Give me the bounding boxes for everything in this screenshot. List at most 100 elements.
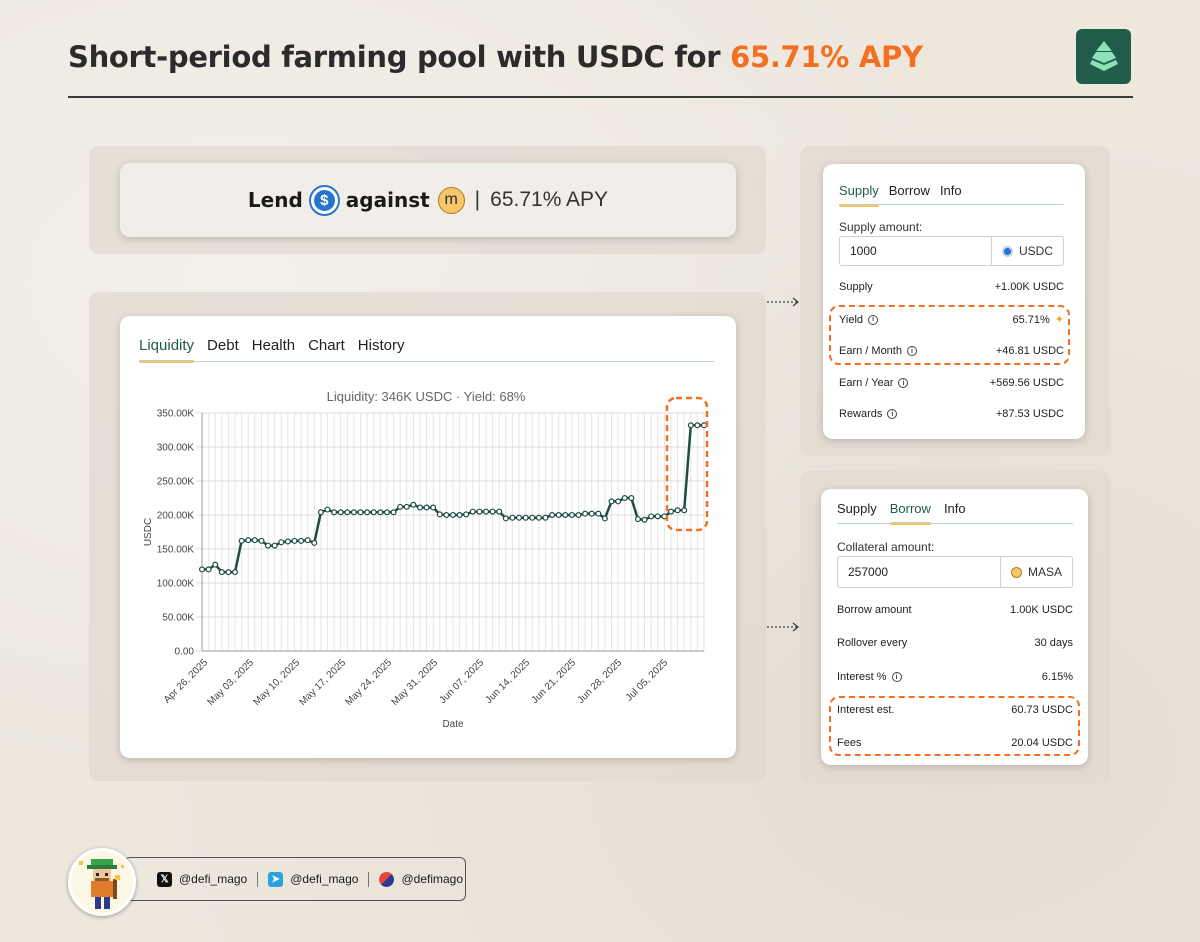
liquidity-data-point — [205, 566, 212, 573]
liquidity-data-point — [291, 537, 298, 544]
rewards-key: Rewards — [839, 408, 883, 420]
supply-row: Supply +1.00K USDC — [839, 281, 1064, 293]
liquidity-data-point — [403, 503, 410, 510]
liquidity-data-point — [298, 537, 305, 544]
masa-dot-icon — [1010, 566, 1022, 578]
earn-year-row: Earn / Year i +569.56 USDC — [839, 377, 1064, 389]
liquidity-data-point — [258, 537, 265, 544]
y-axis-label: USDC — [143, 518, 154, 546]
social-x[interactable]: 𝕏 @defi_mago — [147, 871, 259, 887]
social-telegram[interactable]: ➤ @defi_mago — [258, 871, 370, 887]
liquidity-data-point — [568, 512, 575, 519]
avatar — [68, 848, 136, 916]
liquidity-data-point — [450, 512, 457, 519]
tab-borrow[interactable]: Borrow — [889, 183, 930, 206]
liquidity-data-point — [648, 513, 655, 520]
banner-apy: 65.71% APY — [490, 188, 609, 211]
collateral-amount-input[interactable]: 257000 MASA — [837, 556, 1073, 588]
page-title: Short-period farming pool with USDC for … — [68, 40, 923, 74]
against-word: against — [345, 188, 430, 212]
earn-year-key: Earn / Year — [839, 377, 894, 389]
y-tick-label: 100.00K — [157, 579, 195, 590]
liquidity-data-point — [271, 542, 278, 549]
lend-word: Lend — [247, 188, 303, 212]
liquidity-chart: 0.00 50.00K 100.00K 150.00K 200.00K 250.00K 30… — [143, 396, 709, 730]
y-tick-label: 250.00K — [157, 477, 195, 488]
liquidity-data-point — [463, 511, 470, 518]
liquidity-data-point — [456, 512, 463, 519]
tab-borrow[interactable]: Borrow — [889, 501, 932, 525]
x-icon: 𝕏 — [157, 871, 172, 887]
supply-unit-selector[interactable]: USDC — [990, 237, 1063, 265]
liquidity-data-point — [582, 510, 589, 517]
liquidity-data-point — [390, 509, 397, 516]
liquidity-data-point — [410, 501, 417, 508]
supply-card: Supply Borrow Info Supply amount: 1000 U… — [823, 164, 1085, 439]
arrow-to-borrow-icon — [767, 622, 800, 632]
usdc-coin-icon: $ — [310, 186, 338, 214]
liquidity-data-point — [628, 495, 635, 502]
liquidity-data-point — [489, 508, 496, 515]
liquidity-data-point — [397, 503, 404, 510]
tab-info[interactable]: Info — [940, 183, 962, 206]
info-icon[interactable]: i — [898, 378, 909, 388]
social-farcaster[interactable]: @defimago — [369, 871, 473, 887]
info-icon[interactable]: i — [887, 409, 898, 419]
liquidity-data-point — [634, 516, 641, 523]
liquidity-data-point — [502, 515, 509, 522]
x-tick-label: Jun 28, 2025 — [576, 657, 625, 706]
y-tick-label: 150.00K — [157, 545, 195, 556]
x-tick-label: May 10, 2025 — [252, 657, 303, 708]
rewards-value: +87.53 USDC — [995, 408, 1064, 420]
collateral-unit-selector[interactable]: MASA — [999, 557, 1072, 587]
collateral-unit-label: MASA — [1027, 565, 1062, 579]
supply-row-value: +1.00K USDC — [994, 281, 1064, 293]
liquidity-data-point — [383, 509, 390, 516]
liquidity-data-point — [357, 509, 364, 516]
liquidity-data-point — [575, 512, 582, 519]
rollover-key: Rollover every — [837, 637, 908, 649]
supply-amount-value[interactable]: 1000 — [840, 244, 991, 258]
title-divider — [68, 96, 1133, 98]
farcaster-icon — [379, 871, 395, 887]
borrow-amount-key: Borrow amount — [837, 604, 912, 616]
liquidity-data-point — [278, 539, 285, 546]
borrow-tabs: Supply Borrow Info — [837, 501, 966, 525]
liquidity-data-point — [436, 511, 443, 518]
liquidity-data-point — [687, 422, 694, 429]
liquidity-data-point — [331, 509, 338, 516]
x-tick-label: Jun 21, 2025 — [530, 657, 579, 706]
liquidity-data-point — [430, 504, 437, 511]
liquidity-data-point — [284, 538, 291, 545]
supply-amount-input[interactable]: 1000 USDC — [839, 236, 1064, 266]
tab-supply[interactable]: Supply — [839, 183, 879, 207]
liquidity-data-point — [549, 512, 556, 519]
liquidity-data-point — [562, 512, 569, 519]
liquidity-data-point — [641, 516, 648, 523]
x-tick-label: Jun 07, 2025 — [438, 657, 487, 706]
tab-supply[interactable]: Supply — [837, 501, 877, 524]
liquidity-data-point — [529, 514, 536, 521]
x-tick-label: May 24, 2025 — [344, 657, 395, 708]
borrow-amount-value: 1.00K USDC — [1010, 604, 1073, 616]
tab-info[interactable]: Info — [944, 501, 966, 524]
collateral-amount-label: Collateral amount: — [837, 540, 935, 554]
y-tick-label: 300.00K — [157, 443, 195, 454]
title-apy-highlight: 65.71% APY — [730, 40, 923, 74]
info-icon[interactable]: i — [891, 672, 902, 682]
liquidity-data-point — [324, 506, 331, 513]
liquidity-data-point — [674, 507, 681, 514]
x-tick-label: May 31, 2025 — [390, 657, 441, 708]
liquidity-data-point — [681, 507, 688, 514]
rollover-row: Rollover every 30 days — [837, 637, 1073, 649]
supply-row-key: Supply — [839, 281, 873, 293]
lend-banner: Lend $ against m | 65.71% APY — [120, 163, 736, 237]
liquidity-data-point — [251, 537, 258, 544]
liquidity-data-point — [700, 422, 707, 429]
x-tick-label: Jul 05, 2025 — [624, 657, 671, 704]
borrow-amount-row: Borrow amount 1.00K USDC — [837, 604, 1073, 616]
x-axis-label: Date — [442, 719, 464, 730]
earn-year-value: +569.56 USDC — [989, 377, 1064, 389]
interest-pct-value: 6.15% — [1041, 671, 1073, 683]
collateral-amount-value[interactable]: 257000 — [838, 565, 1000, 579]
